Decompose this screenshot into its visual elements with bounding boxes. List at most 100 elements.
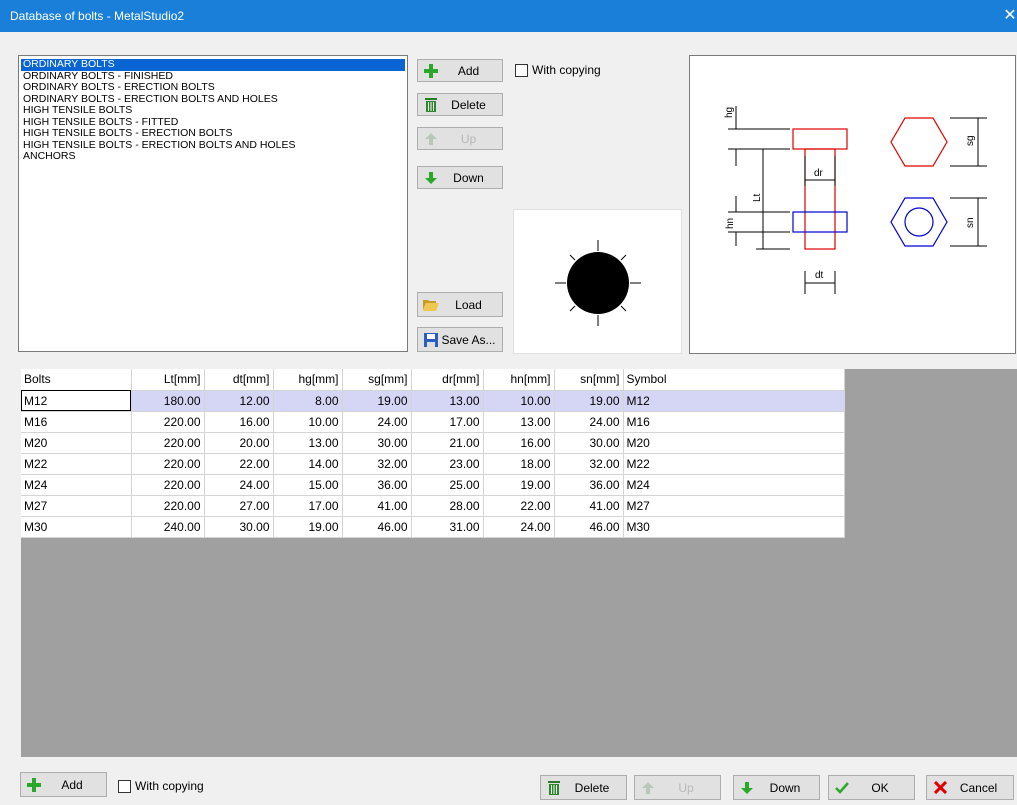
table-cell[interactable]: 16.00 (483, 432, 555, 454)
table-cell[interactable]: M22 (21, 453, 132, 475)
table-row[interactable]: M16 220.00 16.00 10.00 24.00 17.00 13.00 24.00 M… (21, 411, 845, 433)
table-cell[interactable]: 18.00 (483, 453, 555, 475)
table-cell[interactable]: 13.00 (411, 390, 484, 412)
table-cell[interactable]: 23.00 (411, 453, 484, 475)
table-cell[interactable]: 41.00 (342, 495, 412, 517)
table-cell[interactable]: 21.00 (411, 432, 484, 454)
table-cell[interactable]: 12.00 (204, 390, 274, 412)
table-cell[interactable]: 14.00 (273, 453, 343, 475)
bolt-with-copying-checkbox[interactable]: With copying (118, 779, 204, 793)
table-cell[interactable]: 30.00 (204, 516, 274, 538)
table-cell[interactable]: 41.00 (554, 495, 624, 517)
table-cell[interactable]: 19.00 (554, 390, 624, 412)
bolts-table[interactable]: Bolts Lt[mm] dt[mm] hg[mm] sg[mm] dr[mm]… (21, 369, 845, 538)
table-cell[interactable]: 220.00 (131, 453, 205, 475)
cancel-button[interactable]: Cancel (926, 775, 1014, 800)
save-as-button[interactable]: Save As... (417, 327, 503, 352)
table-cell[interactable]: 32.00 (554, 453, 624, 475)
table-cell[interactable]: 25.00 (411, 474, 484, 496)
table-cell[interactable]: 220.00 (131, 432, 205, 454)
table-cell[interactable]: 36.00 (554, 474, 624, 496)
table-cell[interactable]: 24.00 (483, 516, 555, 538)
table-cell[interactable]: 31.00 (411, 516, 484, 538)
table-cell[interactable]: 46.00 (342, 516, 412, 538)
group-with-copying-checkbox[interactable]: With copying (515, 63, 601, 77)
table-cell[interactable]: M16 (21, 411, 132, 433)
table-cell[interactable]: 220.00 (131, 474, 205, 496)
checkbox-box[interactable] (118, 779, 131, 793)
table-cell[interactable]: 13.00 (483, 411, 555, 433)
table-cell[interactable]: M22 (623, 453, 845, 475)
table-cell[interactable]: 15.00 (273, 474, 343, 496)
table-cell[interactable]: 220.00 (131, 495, 205, 517)
col-header[interactable]: hg[mm] (273, 369, 343, 391)
table-cell[interactable]: 24.00 (204, 474, 274, 496)
group-up-button[interactable]: Up (417, 127, 503, 150)
table-cell[interactable]: M12 (21, 390, 132, 412)
table-cell[interactable]: 8.00 (273, 390, 343, 412)
table-cell[interactable]: 24.00 (554, 411, 624, 433)
table-cell[interactable]: 17.00 (411, 411, 484, 433)
table-cell[interactable]: 16.00 (204, 411, 274, 433)
table-row[interactable]: M24 220.00 24.00 15.00 36.00 25.00 19.00 36.00 M… (21, 474, 845, 496)
table-cell[interactable]: M30 (21, 516, 132, 538)
table-cell[interactable]: 10.00 (483, 390, 555, 412)
table-cell[interactable]: 28.00 (411, 495, 484, 517)
table-row[interactable]: M20 220.00 20.00 13.00 30.00 21.00 16.00 30.00 M… (21, 432, 845, 454)
table-cell[interactable]: 46.00 (554, 516, 624, 538)
table-cell[interactable]: M16 (623, 411, 845, 433)
table-cell[interactable]: 30.00 (554, 432, 624, 454)
table-cell[interactable]: M27 (21, 495, 132, 517)
table-cell[interactable]: M20 (21, 432, 132, 454)
bolts-table-area[interactable]: Bolts Lt[mm] dt[mm] hg[mm] sg[mm] dr[mm]… (21, 369, 1017, 757)
list-item[interactable]: HIGH TENSILE BOLTS - ERECTION BOLTS (21, 127, 405, 140)
table-cell[interactable]: 19.00 (273, 516, 343, 538)
group-down-button[interactable]: Down (417, 166, 503, 189)
load-button[interactable]: Load (417, 292, 503, 317)
table-cell[interactable]: M24 (21, 474, 132, 496)
col-header[interactable]: Lt[mm] (131, 369, 205, 391)
down-bolt-button[interactable]: Down (733, 775, 820, 800)
col-header[interactable]: sg[mm] (342, 369, 412, 391)
table-cell[interactable]: 240.00 (131, 516, 205, 538)
col-header[interactable]: hn[mm] (483, 369, 555, 391)
bolt-group-list[interactable]: ORDINARY BOLTS ORDINARY BOLTS - FINISHED… (18, 55, 408, 352)
table-cell[interactable]: 32.00 (342, 453, 412, 475)
table-row[interactable]: M27 220.00 27.00 17.00 41.00 28.00 22.00 41.00 M… (21, 495, 845, 517)
table-row[interactable]: M30 240.00 30.00 19.00 46.00 31.00 24.00 46.00 M… (21, 516, 845, 538)
close-icon[interactable]: ✕ (1003, 0, 1017, 32)
list-item[interactable]: HIGH TENSILE BOLTS - ERECTION BOLTS AND … (21, 139, 405, 152)
col-header[interactable]: dr[mm] (411, 369, 484, 391)
table-cell[interactable]: M24 (623, 474, 845, 496)
col-header[interactable]: Bolts (21, 369, 132, 391)
table-cell[interactable]: M20 (623, 432, 845, 454)
table-row[interactable]: M22 220.00 22.00 14.00 32.00 23.00 18.00 32.00 M… (21, 453, 845, 475)
table-cell[interactable]: M27 (623, 495, 845, 517)
ok-button[interactable]: OK (828, 775, 915, 800)
up-bolt-button[interactable]: Up (634, 775, 721, 800)
list-item[interactable]: ANCHORS (21, 150, 405, 163)
list-item[interactable]: ORDINARY BOLTS - ERECTION BOLTS (21, 81, 405, 94)
table-cell[interactable]: 27.00 (204, 495, 274, 517)
table-cell[interactable]: 22.00 (204, 453, 274, 475)
table-cell[interactable]: 13.00 (273, 432, 343, 454)
table-cell[interactable]: M12 (623, 390, 845, 412)
table-cell[interactable]: 19.00 (483, 474, 555, 496)
col-header[interactable]: sn[mm] (554, 369, 624, 391)
table-cell[interactable]: M30 (623, 516, 845, 538)
table-cell[interactable]: 17.00 (273, 495, 343, 517)
delete-bolt-button[interactable]: Delete (540, 775, 627, 800)
table-cell[interactable]: 30.00 (342, 432, 412, 454)
table-cell[interactable]: 220.00 (131, 411, 205, 433)
list-item[interactable]: HIGH TENSILE BOLTS (21, 104, 405, 117)
table-cell[interactable]: 20.00 (204, 432, 274, 454)
list-item[interactable]: ORDINARY BOLTS (21, 58, 405, 71)
table-cell[interactable]: 36.00 (342, 474, 412, 496)
checkbox-box[interactable] (515, 63, 528, 77)
table-row[interactable]: M12 180.00 12.00 8.00 19.00 13.00 10.00 19.00 M1… (21, 390, 845, 412)
group-add-button[interactable]: Add (417, 59, 503, 82)
table-cell[interactable]: 10.00 (273, 411, 343, 433)
add-bolt-button[interactable]: Add (20, 772, 107, 797)
group-delete-button[interactable]: Delete (417, 93, 503, 116)
table-cell[interactable]: 22.00 (483, 495, 555, 517)
